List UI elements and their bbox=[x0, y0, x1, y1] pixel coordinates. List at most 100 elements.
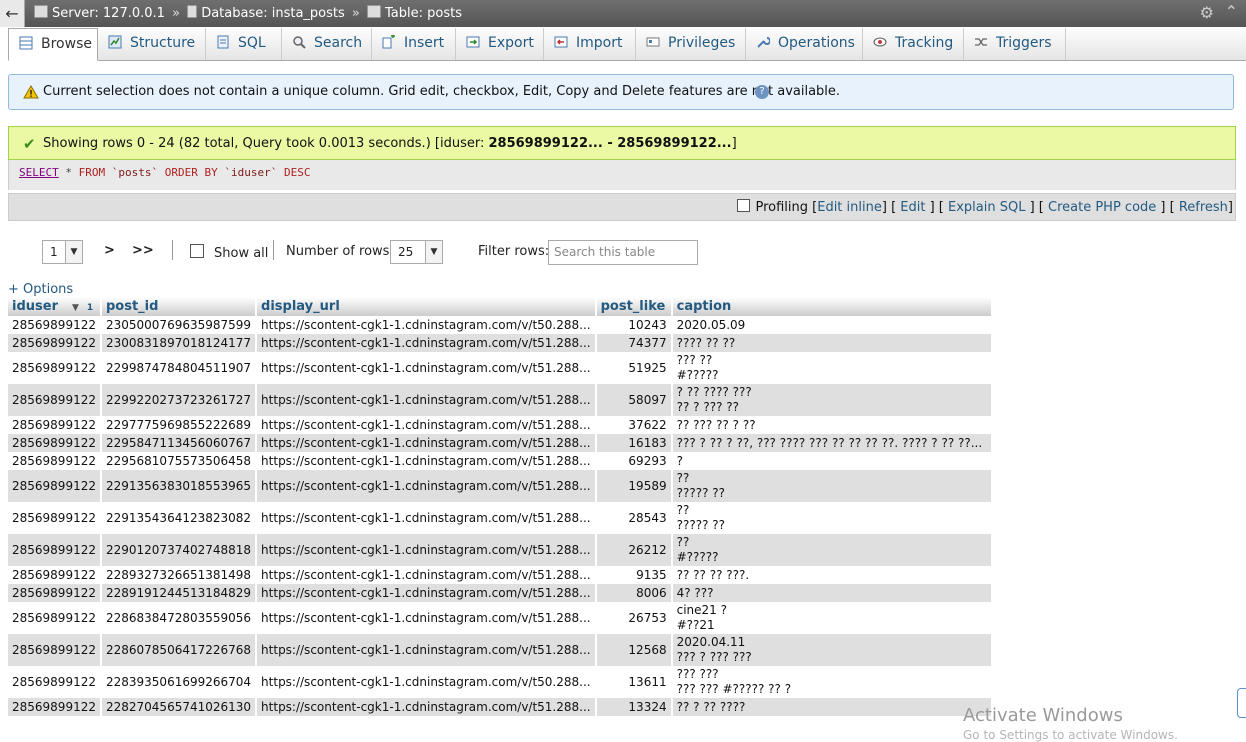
sql-select-keyword[interactable]: SELECT bbox=[19, 166, 59, 179]
rows-label: Number of rows: bbox=[286, 244, 394, 259]
cell-iduser: 28569899122 bbox=[8, 416, 102, 434]
table-row: 28569899122 2305000769635987599 https://sc… bbox=[8, 316, 993, 334]
table-row: 28569899122 2286838472803559056 https://sc… bbox=[8, 602, 993, 634]
cell-post-like: 51925 bbox=[595, 352, 673, 384]
chevron-down-icon: ▼ bbox=[425, 241, 442, 263]
navigation-row: 1 ▼ > >> Show all Number of rows: 25 ▼ F… bbox=[0, 236, 1246, 268]
cell-caption: ?? ????? ?? bbox=[671, 502, 993, 534]
cell-caption: ? bbox=[671, 452, 993, 470]
cell-caption: 2020.04.11 ??? ? ??? ??? bbox=[671, 634, 993, 666]
tab-insert[interactable]: Insert bbox=[372, 28, 456, 60]
activate-windows-subtext: Go to Settings to activate Windows. bbox=[963, 728, 1178, 742]
tab-export[interactable]: Export bbox=[456, 28, 544, 60]
cell-post-id: 2295847113456060767 bbox=[100, 434, 258, 452]
tab-sql[interactable]: SQL bbox=[206, 28, 282, 60]
cell-post-like: 58097 bbox=[595, 384, 673, 416]
cell-display-url: https://scontent-cgk1-1.cdninstagram.com… bbox=[256, 634, 597, 666]
refresh-link[interactable]: Refresh bbox=[1179, 200, 1228, 215]
activate-windows-watermark: Activate Windows bbox=[963, 705, 1123, 726]
table-row: 28569899122 2286078506417226768 https://sc… bbox=[8, 634, 993, 666]
rows-per-page-select[interactable]: 25 ▼ bbox=[390, 240, 443, 264]
cell-display-url: https://scontent-cgk1-1.cdninstagram.com… bbox=[256, 470, 597, 502]
tab-bar: Browse Structure SQL Search Insert Expor… bbox=[8, 28, 1246, 61]
side-panel-handle[interactable] bbox=[1237, 688, 1246, 718]
cell-iduser: 28569899122 bbox=[8, 584, 102, 602]
tab-browse[interactable]: Browse bbox=[8, 28, 98, 61]
table-row: 28569899122 2297775969855222689 https://sc… bbox=[8, 416, 993, 434]
cell-caption: ?? ? ?? ???? bbox=[671, 698, 993, 716]
table-row: 28569899122 2283935061699266704 https://sc… bbox=[8, 666, 993, 698]
next-page-button[interactable]: > bbox=[104, 243, 115, 258]
notice-text: Current selection does not contain a uni… bbox=[43, 84, 841, 99]
cell-post-id: 2305000769635987599 bbox=[100, 316, 258, 334]
cell-display-url: https://scontent-cgk1-1.cdninstagram.com… bbox=[256, 352, 597, 384]
page-select[interactable]: 1 ▼ bbox=[42, 240, 83, 264]
cell-caption: 4? ??? bbox=[671, 584, 993, 602]
tab-structure[interactable]: Structure bbox=[98, 28, 206, 60]
tab-operations[interactable]: Operations bbox=[746, 28, 863, 60]
collapse-icon[interactable]: ⌃ bbox=[1225, 2, 1238, 21]
edit-link[interactable]: Edit bbox=[900, 200, 925, 215]
gear-icon[interactable]: ⚙ bbox=[1200, 3, 1214, 22]
create-php-code-link[interactable]: Create PHP code bbox=[1048, 200, 1156, 215]
edit-inline-link[interactable]: Edit inline bbox=[817, 200, 882, 215]
cell-display-url: https://scontent-cgk1-1.cdninstagram.com… bbox=[256, 584, 597, 602]
column-header-iduser[interactable]: iduser ▼ 1 bbox=[8, 297, 102, 316]
cell-caption: ?? ?? ?? ???. bbox=[671, 566, 993, 584]
cell-post-like: 69293 bbox=[595, 452, 673, 470]
cell-post-like: 13324 bbox=[595, 698, 673, 716]
notice-message: Current selection does not contain a uni… bbox=[8, 74, 1234, 110]
cell-iduser: 28569899122 bbox=[8, 384, 102, 416]
cell-caption: ? ?? ???? ??? ?? ? ??? ?? bbox=[671, 384, 993, 416]
column-header-post_like[interactable]: post_like bbox=[595, 297, 673, 316]
cell-display-url: https://scontent-cgk1-1.cdninstagram.com… bbox=[256, 452, 597, 470]
tab-tracking[interactable]: Tracking bbox=[863, 28, 964, 60]
show-all-checkbox[interactable] bbox=[190, 244, 204, 258]
cell-post-id: 2289327326651381498 bbox=[100, 566, 258, 584]
cell-post-like: 12568 bbox=[595, 634, 673, 666]
column-header-post_id[interactable]: post_id bbox=[100, 297, 258, 316]
explain-sql-link[interactable]: Explain SQL bbox=[948, 200, 1025, 215]
cell-caption: ?? #????? bbox=[671, 534, 993, 566]
tab-import[interactable]: Import bbox=[544, 28, 636, 60]
breadcrumb-server[interactable]: Server: 127.0.0.1 bbox=[52, 6, 165, 21]
cell-iduser: 28569899122 bbox=[8, 316, 102, 334]
tab-search[interactable]: Search bbox=[282, 28, 372, 60]
structure-icon bbox=[108, 35, 122, 49]
cell-caption: ?? ??? ?? ? ?? bbox=[671, 416, 993, 434]
breadcrumb-table[interactable]: Table: posts bbox=[385, 6, 462, 21]
chevron-down-icon: ▼ bbox=[65, 241, 82, 263]
table-row: 28569899122 2289327326651381498 https://sc… bbox=[8, 566, 993, 584]
help-icon[interactable]: ? bbox=[755, 85, 769, 99]
last-page-button[interactable]: >> bbox=[132, 243, 154, 258]
breadcrumb-sep: » bbox=[172, 6, 181, 21]
tab-triggers[interactable]: Triggers bbox=[964, 28, 1066, 60]
profiling-checkbox[interactable] bbox=[737, 199, 751, 212]
show-all-toggle[interactable]: Show all bbox=[190, 244, 268, 261]
options-link[interactable]: + Options bbox=[8, 282, 73, 297]
column-header-display_url[interactable]: display_url bbox=[256, 297, 597, 316]
table-header-row: iduser ▼ 1 post_id display_url post_like c… bbox=[8, 297, 993, 316]
cell-caption: ???? ?? ?? bbox=[671, 334, 993, 352]
filter-rows-input[interactable]: Search this table bbox=[548, 240, 698, 265]
profiling-label: Profiling bbox=[755, 200, 809, 215]
cell-post-id: 2286078506417226768 bbox=[100, 634, 258, 666]
cell-display-url: https://scontent-cgk1-1.cdninstagram.com… bbox=[256, 502, 597, 534]
success-message: ✔ Showing rows 0 - 24 (82 total, Query t… bbox=[8, 126, 1236, 160]
cell-iduser: 28569899122 bbox=[8, 470, 102, 502]
sql-query-box: SELECT * FROM `posts` ORDER BY `iduser` … bbox=[8, 160, 1236, 190]
breadcrumb-database[interactable]: Database: insta_posts bbox=[201, 6, 345, 21]
search-icon bbox=[293, 36, 306, 49]
back-arrow-icon[interactable]: ← bbox=[0, 0, 25, 27]
cell-display-url: https://scontent-cgk1-1.cdninstagram.com… bbox=[256, 416, 597, 434]
cell-caption: ??? ??? ??? ??? #????? ?? ? bbox=[671, 666, 993, 698]
cell-display-url: https://scontent-cgk1-1.cdninstagram.com… bbox=[256, 434, 597, 452]
column-header-caption[interactable]: caption bbox=[671, 297, 993, 316]
cell-caption: cine21 ? #??21 bbox=[671, 602, 993, 634]
tab-privileges[interactable]: Privileges bbox=[636, 28, 746, 60]
cell-post-id: 2290120737402748818 bbox=[100, 534, 258, 566]
cell-iduser: 28569899122 bbox=[8, 334, 102, 352]
cell-iduser: 28569899122 bbox=[8, 502, 102, 534]
cell-post-like: 13611 bbox=[595, 666, 673, 698]
table-row: 28569899122 2295681075573506458 https://sc… bbox=[8, 452, 993, 470]
